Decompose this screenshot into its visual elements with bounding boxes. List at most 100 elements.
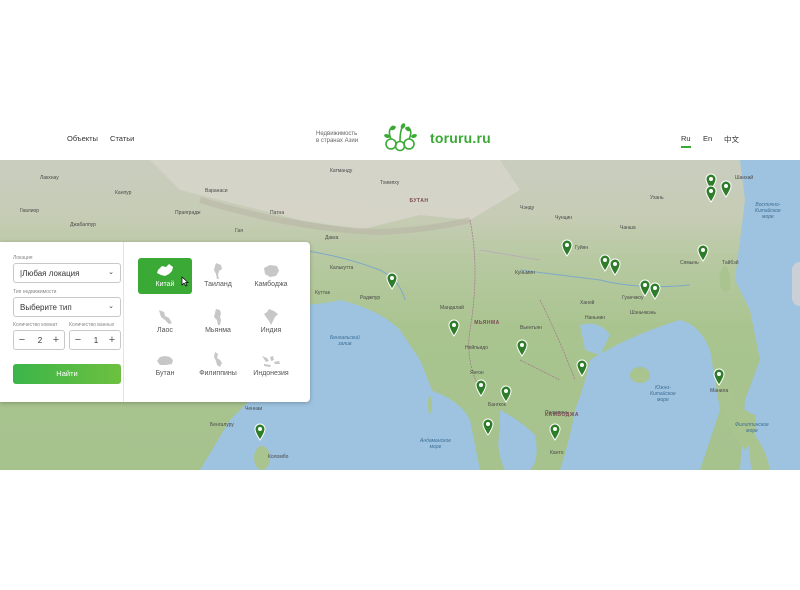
country-name: Мьянма [205, 327, 231, 334]
page: Объекты Статьи Недвижимость в странах Аз… [0, 0, 800, 590]
map-label: Гвалиор [20, 208, 40, 214]
map-pin-icon[interactable] [705, 185, 717, 203]
bathrooms-stepper: − 1 + [69, 330, 121, 350]
country-myanmar[interactable]: Мьянма [191, 304, 245, 340]
rooms-stepper: − 2 + [13, 330, 65, 350]
map-label: Наньнин [585, 315, 606, 321]
map-label: Чунцин [555, 215, 573, 221]
map-label: Праяградж [175, 210, 201, 216]
country-name: Филиппины [199, 370, 237, 377]
tagline-line1: Недвижимость [316, 131, 358, 137]
country-laos[interactable]: Лаос [138, 304, 192, 340]
country-philippines[interactable]: Филиппины [191, 347, 245, 383]
type-value: Выберите тип [20, 303, 72, 312]
map-pin-icon[interactable] [561, 239, 573, 257]
location-value: |Любая локация [20, 269, 80, 278]
map-label: Шанхай [735, 175, 754, 181]
search-panel: Локация |Любая локация ⌄ Тип недвижимост… [0, 242, 310, 402]
bathrooms-label: Количество ванных [69, 322, 115, 328]
map-pin-icon[interactable] [713, 368, 725, 386]
map-label: Гая [235, 228, 243, 234]
thailand-map-icon [214, 263, 222, 279]
map-pin-icon[interactable] [448, 319, 460, 337]
chevron-down-icon: ⌄ [108, 269, 114, 276]
nav-articles-link[interactable]: Статьи [110, 134, 134, 143]
map-label: Канпур [115, 190, 132, 196]
bathrooms-plus-button[interactable]: + [106, 333, 118, 347]
country-name: Бутан [155, 370, 175, 377]
map-pin-icon[interactable] [386, 272, 398, 290]
map-pin-icon[interactable] [482, 418, 494, 436]
rooms-value[interactable]: 2 [32, 336, 48, 345]
map-label: Джабалпур [70, 222, 96, 228]
sea-label: Южно- Китайское море [650, 385, 676, 403]
filter-form: Локация |Любая локация ⌄ Тип недвижимост… [0, 242, 124, 402]
bhutan-map-icon [157, 356, 173, 365]
map-pin-icon[interactable] [500, 385, 512, 403]
country-name: Таиланд [204, 281, 232, 288]
logo-text[interactable]: toruru.ru [430, 130, 491, 146]
map-label: Ханой [580, 300, 595, 306]
map-label: Чэнду [520, 205, 535, 211]
map-pin-icon[interactable] [516, 339, 528, 357]
cambodia-map-icon [264, 265, 279, 277]
lang-zh[interactable]: 中文 [724, 134, 739, 145]
type-select[interactable]: Выберите тип ⌄ [13, 297, 121, 317]
map-label: Лакхнау [40, 175, 59, 181]
china-map-icon [157, 264, 173, 276]
country-india[interactable]: Индия [244, 304, 298, 340]
map-label: Канто [550, 450, 564, 456]
sea-label: Филиппинское море [735, 422, 769, 434]
map-label: Варанаси [205, 188, 228, 194]
country-name: Индия [260, 327, 282, 334]
country-name: Индонезия [253, 370, 289, 377]
map-label: Манила [710, 388, 729, 394]
map-label: Куньмин [515, 270, 535, 276]
logo-icon[interactable] [381, 122, 419, 152]
sea-label: Бенгальский залив [330, 335, 360, 347]
map-label: Бенгалуру [210, 422, 234, 428]
map-pin-icon[interactable] [697, 244, 709, 262]
map-label: Тхимпху [380, 180, 400, 186]
find-button[interactable]: Найти [13, 364, 121, 384]
country-indonesia[interactable]: Индонезия [244, 347, 298, 383]
map-label: Чанша [620, 225, 636, 231]
map-pin-icon[interactable] [549, 423, 561, 441]
mouse-cursor-icon [181, 276, 189, 287]
map-pin-icon[interactable] [254, 423, 266, 441]
map-label: Тайбэй [722, 260, 739, 266]
map-label: Вьентьян [520, 325, 542, 331]
map-label: Шэньчжэнь [630, 310, 657, 316]
map-pin-icon[interactable] [649, 282, 661, 300]
country-name: Лаос [157, 327, 173, 334]
country-bhutan[interactable]: Бутан [138, 347, 192, 383]
map-pin-icon[interactable] [475, 379, 487, 397]
location-label: Локация [13, 255, 33, 261]
site-header: Объекты Статьи Недвижимость в странах Аз… [0, 118, 800, 160]
map-label: Катманду [330, 168, 353, 174]
bathrooms-value[interactable]: 1 [88, 336, 104, 345]
indonesia-map-icon [262, 356, 280, 367]
bathrooms-minus-button[interactable]: − [72, 333, 84, 347]
map-scroll-right[interactable] [792, 262, 800, 306]
map-pin-icon[interactable] [720, 180, 732, 198]
country-thailand[interactable]: Таиланд [191, 258, 245, 294]
map-label: Ухань [650, 195, 664, 201]
lang-ru[interactable]: Ru [681, 134, 691, 148]
nav-objects-link[interactable]: Объекты [67, 134, 98, 143]
map-pin-icon[interactable] [609, 258, 621, 276]
map-label: Коломбо [268, 454, 289, 460]
rooms-minus-button[interactable]: − [16, 333, 28, 347]
chevron-down-icon: ⌄ [108, 303, 114, 310]
laos-map-icon [159, 310, 172, 324]
lang-en[interactable]: En [703, 134, 712, 143]
country-name: Камбоджа [254, 281, 288, 288]
country-cambodia[interactable]: Камбоджа [244, 258, 298, 294]
country-label: МЬЯНМА [474, 320, 500, 326]
india-map-icon [264, 309, 278, 325]
map-pin-icon[interactable] [576, 359, 588, 377]
rooms-plus-button[interactable]: + [50, 333, 62, 347]
tagline-line2: в странах Азии [316, 138, 359, 144]
location-select[interactable]: |Любая локация ⌄ [13, 263, 121, 283]
map-label: Мандалай [440, 305, 464, 311]
